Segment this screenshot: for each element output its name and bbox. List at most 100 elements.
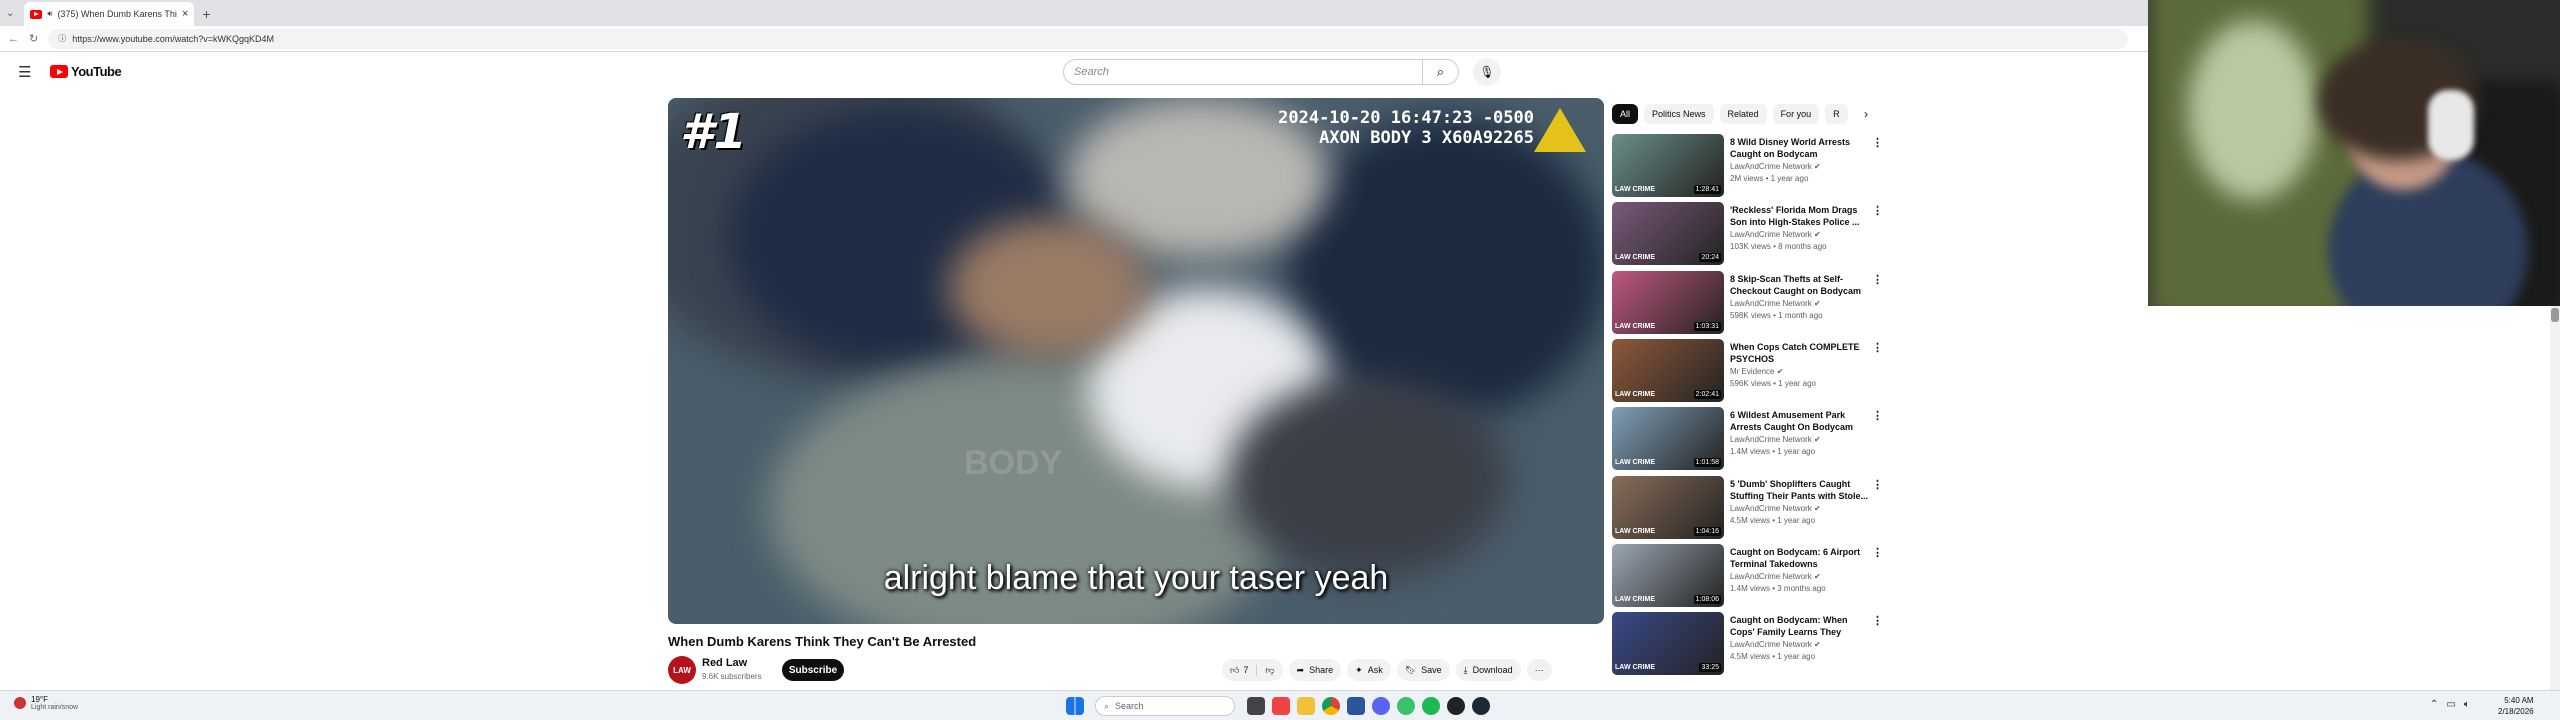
recommendation-title[interactable]: When Cops Catch COMPLETE PSYCHOS <box>1730 341 1868 365</box>
reload-icon[interactable]: ↻ <box>29 32 38 45</box>
search-input[interactable]: Search <box>1063 59 1423 85</box>
recommendation-item[interactable]: LAW CRIME 33:25 Caught on Bodycam: When Co… <box>1612 612 1883 676</box>
recommendation-channel[interactable]: LawAndCrime Network ✔ <box>1730 230 1821 239</box>
kebab-menu-icon[interactable]: ⋮ <box>1872 478 1883 491</box>
subscribe-button[interactable]: Subscribe <box>782 659 844 681</box>
recommendation-item[interactable]: LAW CRIME 1:03:31 8 Skip-Scan Thefts at Se… <box>1612 270 1883 335</box>
taskbar-search[interactable]: ⌕ Search <box>1095 696 1235 716</box>
recommendation-thumbnail[interactable]: LAW CRIME 1:08:06 <box>1612 543 1724 607</box>
browser-tab-active[interactable]: 🔊︎ (375) When Dumb Karens Thi × <box>24 2 195 26</box>
recommendation-channel[interactable]: LawAndCrime Network ✔ <box>1730 162 1821 171</box>
store-icon[interactable] <box>1347 697 1365 715</box>
more-actions-button[interactable]: ··· <box>1526 659 1552 681</box>
file-explorer-icon[interactable] <box>1297 697 1315 715</box>
recommendation-thumbnail[interactable]: LAW CRIME 1:01:58 <box>1612 407 1724 471</box>
recommendation-item[interactable]: LAW CRIME 2:02:41 When Cops Catch COMPLETE… <box>1612 338 1883 403</box>
recommendation-item[interactable]: LAW CRIME 1:01:58 6 Wildest Amusement Park… <box>1612 407 1883 471</box>
kebab-menu-icon[interactable]: ⋮ <box>1872 273 1883 286</box>
app-icon-3[interactable] <box>1447 697 1465 715</box>
chip-related[interactable]: Related <box>1719 104 1767 124</box>
bodycam-watermark: BODY <box>964 444 1063 482</box>
new-tab-button[interactable]: + <box>202 6 210 22</box>
save-button[interactable]: 🔖︎ Save <box>1396 659 1450 681</box>
spotify-icon[interactable] <box>1422 697 1440 715</box>
thumbnail-badge: LAW CRIME <box>1615 390 1656 398</box>
tab-close-icon[interactable]: × <box>182 8 188 20</box>
recommendation-title[interactable]: Caught on Bodycam: When Cops' Family Lea… <box>1730 614 1868 638</box>
chip-truncated[interactable]: R <box>1825 104 1848 124</box>
recommendation-meta: 598K views • 1 month ago <box>1730 310 1823 320</box>
chevron-right-icon[interactable]: › <box>1856 104 1876 124</box>
weather-widget[interactable]: 19°F Light rain/snow <box>14 695 78 711</box>
recommendation-thumbnail[interactable]: LAW CRIME 1:28:41 <box>1612 134 1724 197</box>
chip-all[interactable]: All <box>1612 104 1639 124</box>
share-button[interactable]: ➦ Share <box>1288 659 1342 681</box>
chip-for-you[interactable]: For you <box>1772 104 1820 124</box>
search-button[interactable]: ⌕ <box>1423 59 1459 85</box>
hamburger-menu-icon[interactable]: ☰ <box>18 63 31 81</box>
recommendation-title[interactable]: 5 'Dumb' Shoplifters Caught Stuffing The… <box>1730 478 1868 502</box>
download-button[interactable]: ⤓ Download <box>1455 659 1521 681</box>
recommendation-channel[interactable]: LawAndCrime Network ✔ <box>1730 299 1821 308</box>
site-info-icon[interactable]: ⓘ <box>58 33 66 44</box>
kebab-menu-icon[interactable]: ⋮ <box>1872 614 1883 627</box>
start-button[interactable] <box>1066 697 1084 715</box>
discord-icon[interactable] <box>1372 697 1390 715</box>
video-player[interactable]: #1 2024-10-20 16:47:23 -0500 AXON BODY 3… <box>668 98 1604 624</box>
thumbnail-badge: LAW CRIME <box>1615 459 1656 467</box>
tab-audio-icon[interactable]: 🔊︎ <box>47 9 52 19</box>
recommendation-thumbnail[interactable]: LAW CRIME 20:24 <box>1612 202 1724 266</box>
youtube-logo[interactable]: YouTube <box>50 64 122 79</box>
like-button[interactable]: 👍︎ 7 <box>1222 664 1258 676</box>
ask-button[interactable]: ✦ Ask <box>1347 659 1391 681</box>
video-duration: 2:02:41 <box>1693 389 1721 399</box>
thumbs-up-icon: 👍︎ <box>1230 664 1240 675</box>
dislike-button[interactable]: 👎︎ <box>1257 665 1282 676</box>
channel-avatar[interactable]: LAW <box>668 656 696 684</box>
scrollbar-thumb[interactable] <box>2551 308 2559 322</box>
voice-search-button[interactable]: 🎙︎ <box>1473 58 1501 86</box>
recommendation-channel[interactable]: LawAndCrime Network ✔ <box>1730 504 1821 513</box>
network-icon[interactable]: ▭ <box>2446 699 2455 710</box>
task-view-icon[interactable] <box>1247 697 1265 715</box>
chrome-icon[interactable] <box>1322 697 1340 715</box>
kebab-menu-icon[interactable]: ⋮ <box>1872 341 1883 354</box>
app-icon-1[interactable] <box>1272 697 1290 715</box>
recommendation-item[interactable]: LAW CRIME 1:28:41 8 Wild Disney World Arre… <box>1612 134 1883 198</box>
volume-icon[interactable]: 🔈︎ <box>2464 699 2470 710</box>
recommendation-title[interactable]: 8 Skip-Scan Thefts at Self-Checkout Caug… <box>1730 273 1868 297</box>
app-icon-2[interactable] <box>1397 697 1415 715</box>
recommendation-channel[interactable]: LawAndCrime Network ✔ <box>1730 435 1821 444</box>
page-scrollbar[interactable] <box>2550 306 2560 690</box>
kebab-menu-icon[interactable]: ⋮ <box>1872 136 1883 149</box>
video-frame-blurred-body <box>1228 378 1508 578</box>
recommendation-title[interactable]: 6 Wildest Amusement Park Arrests Caught … <box>1730 409 1868 433</box>
recommendation-title[interactable]: 'Reckless' Florida Mom Drags Son into Hi… <box>1730 204 1868 228</box>
recommendation-thumbnail[interactable]: LAW CRIME 1:04:16 <box>1612 475 1724 539</box>
recommendation-item[interactable]: LAW CRIME 1:08:06 Caught on Bodycam: 6 Air… <box>1612 543 1883 608</box>
address-bar[interactable]: ⓘ https://www.youtube.com/watch?v=kWKQgq… <box>48 28 2129 49</box>
tab-list-chevron-icon[interactable]: ⌄ <box>6 8 14 19</box>
bodycam-timestamp-line1: 2024-10-20 16:47:23 -0500 <box>1278 108 1534 128</box>
recommendation-item[interactable]: LAW CRIME 20:24 'Reckless' Florida Mom Dra… <box>1612 202 1883 266</box>
clock[interactable]: 5:40 AM 2/18/2026 <box>2498 695 2534 717</box>
recommendation-title[interactable]: Caught on Bodycam: 6 Airport Terminal Ta… <box>1730 546 1868 570</box>
recommendation-thumbnail[interactable]: LAW CRIME 2:02:41 <box>1612 338 1724 402</box>
recommendation-channel-name: LawAndCrime Network <box>1730 640 1812 650</box>
kebab-menu-icon[interactable]: ⋮ <box>1872 546 1883 559</box>
system-tray[interactable]: ⌃ ▭ 🔈︎ <box>2430 699 2470 710</box>
kebab-menu-icon[interactable]: ⋮ <box>1872 204 1883 217</box>
channel-name[interactable]: Red Law <box>702 657 747 669</box>
recommendation-thumbnail[interactable]: LAW CRIME 1:03:31 <box>1612 270 1724 334</box>
kebab-menu-icon[interactable]: ⋮ <box>1872 409 1883 422</box>
recommendation-channel[interactable]: Mr Evidence ✔ <box>1730 367 1783 376</box>
tray-chevron-up-icon[interactable]: ⌃ <box>2430 699 2438 710</box>
steam-icon[interactable] <box>1472 697 1490 715</box>
back-arrow-icon[interactable]: ← <box>8 33 19 45</box>
recommendation-channel[interactable]: LawAndCrime Network ✔ <box>1730 640 1821 649</box>
recommendation-item[interactable]: LAW CRIME 1:04:16 5 'Dumb' Shoplifters Cau… <box>1612 475 1883 540</box>
chip-politics-news[interactable]: Politics News <box>1644 104 1714 124</box>
recommendation-thumbnail[interactable]: LAW CRIME 33:25 <box>1612 612 1724 676</box>
recommendation-title[interactable]: 8 Wild Disney World Arrests Caught on Bo… <box>1730 136 1868 160</box>
recommendation-channel[interactable]: LawAndCrime Network ✔ <box>1730 572 1821 581</box>
